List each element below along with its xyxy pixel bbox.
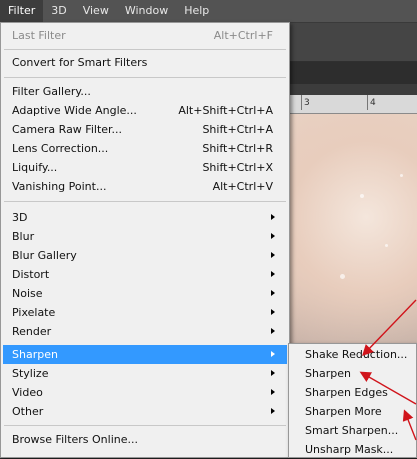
submenu-item-shake-reduction[interactable]: Shake Reduction...: [291, 345, 415, 364]
menu-item-label: Blur: [12, 230, 35, 243]
menu-item-label: Video: [12, 386, 43, 399]
menu-item-label: Other: [12, 405, 44, 418]
menu-item-shortcut: Alt+Ctrl+V: [212, 180, 273, 193]
submenu-item-label: Sharpen: [305, 367, 351, 380]
bokeh-dot: [385, 244, 388, 247]
menu-item-video[interactable]: Video: [3, 383, 287, 402]
sharpen-submenu: Shake Reduction... Sharpen Sharpen Edges…: [288, 343, 417, 458]
menu-item-other[interactable]: Other: [3, 402, 287, 421]
menu-item-shortcut: Alt+Shift+Ctrl+A: [178, 104, 273, 117]
submenu-item-label: Unsharp Mask...: [305, 443, 394, 456]
menu-3d[interactable]: 3D: [43, 0, 74, 22]
menu-item-label: Sharpen: [12, 348, 58, 361]
submenu-item-label: Sharpen More: [305, 405, 382, 418]
submenu-arrow-icon: [271, 309, 275, 315]
menu-view[interactable]: View: [75, 0, 117, 22]
menu-item-label: Adaptive Wide Angle...: [12, 104, 137, 117]
submenu-arrow-icon: [271, 370, 275, 376]
submenu-item-label: Smart Sharpen...: [305, 424, 399, 437]
submenu-item-label: Sharpen Edges: [305, 386, 388, 399]
menu-bar: Filter 3D View Window Help: [0, 0, 417, 23]
submenu-item-sharpen-more[interactable]: Sharpen More: [291, 402, 415, 421]
menu-item-label: 3D: [12, 211, 28, 224]
menu-separator: [4, 201, 286, 202]
menu-help[interactable]: Help: [176, 0, 217, 22]
menu-item-label: Camera Raw Filter...: [12, 123, 123, 136]
menu-item-browse-filters-online[interactable]: Browse Filters Online...: [3, 430, 287, 449]
bokeh-dot: [360, 194, 364, 198]
menu-item-pixelate[interactable]: Pixelate: [3, 303, 287, 322]
menu-item-convert-smart-filters[interactable]: Convert for Smart Filters: [3, 53, 287, 72]
menu-item-label: Pixelate: [12, 306, 56, 319]
menu-item-label: Render: [12, 325, 52, 338]
submenu-arrow-icon: [271, 271, 275, 277]
submenu-arrow-icon: [271, 233, 275, 239]
submenu-item-unsharp-mask[interactable]: Unsharp Mask...: [291, 440, 415, 459]
menu-item-label: Noise: [12, 287, 43, 300]
menu-item-adaptive-wide-angle[interactable]: Adaptive Wide Angle... Alt+Shift+Ctrl+A: [3, 101, 287, 120]
horizontal-ruler: 3 4: [290, 95, 417, 114]
submenu-arrow-icon: [271, 389, 275, 395]
ruler-tick-label: 4: [367, 95, 376, 110]
menu-item-label: Liquify...: [12, 161, 58, 174]
menu-item-last-filter[interactable]: Last Filter Alt+Ctrl+F: [3, 26, 287, 45]
menu-separator: [4, 77, 286, 78]
menu-separator: [4, 425, 286, 426]
bokeh-dot: [340, 274, 345, 279]
menu-item-label: Browse Filters Online...: [12, 433, 138, 446]
menu-separator: [4, 49, 286, 50]
menu-item-stylize[interactable]: Stylize: [3, 364, 287, 383]
menu-filter[interactable]: Filter: [0, 0, 44, 22]
menu-item-noise[interactable]: Noise: [3, 284, 287, 303]
submenu-arrow-icon: [271, 351, 275, 357]
menu-item-distort[interactable]: Distort: [3, 265, 287, 284]
bokeh-dot: [400, 174, 403, 177]
menu-item-label: Convert for Smart Filters: [12, 56, 148, 69]
menu-item-shortcut: Alt+Ctrl+F: [213, 29, 273, 42]
ruler-tick-label: 3: [301, 95, 310, 110]
menu-item-sharpen[interactable]: Sharpen: [3, 345, 287, 364]
filter-menu: Last Filter Alt+Ctrl+F Convert for Smart…: [0, 22, 290, 458]
menu-item-label: Distort: [12, 268, 50, 281]
menu-item-label: Last Filter: [12, 29, 66, 42]
menu-item-3d[interactable]: 3D: [3, 208, 287, 227]
menu-item-shortcut: Shift+Ctrl+R: [202, 142, 273, 155]
submenu-item-sharpen-edges[interactable]: Sharpen Edges: [291, 383, 415, 402]
menu-item-liquify[interactable]: Liquify... Shift+Ctrl+X: [3, 158, 287, 177]
menu-window[interactable]: Window: [117, 0, 176, 22]
menu-item-label: Filter Gallery...: [12, 85, 91, 98]
submenu-item-sharpen[interactable]: Sharpen: [291, 364, 415, 383]
menu-item-label: Blur Gallery: [12, 249, 77, 262]
submenu-item-label: Shake Reduction...: [305, 348, 408, 361]
menu-item-label: Vanishing Point...: [12, 180, 107, 193]
menu-item-lens-correction[interactable]: Lens Correction... Shift+Ctrl+R: [3, 139, 287, 158]
menu-item-vanishing-point[interactable]: Vanishing Point... Alt+Ctrl+V: [3, 177, 287, 196]
submenu-arrow-icon: [271, 252, 275, 258]
menu-item-blur[interactable]: Blur: [3, 227, 287, 246]
submenu-item-smart-sharpen[interactable]: Smart Sharpen...: [291, 421, 415, 440]
menu-item-label: Lens Correction...: [12, 142, 109, 155]
menu-item-shortcut: Shift+Ctrl+A: [202, 123, 273, 136]
submenu-arrow-icon: [271, 408, 275, 414]
menu-item-render[interactable]: Render: [3, 322, 287, 341]
menu-item-filter-gallery[interactable]: Filter Gallery...: [3, 82, 287, 101]
submenu-arrow-icon: [271, 214, 275, 220]
menu-item-blur-gallery[interactable]: Blur Gallery: [3, 246, 287, 265]
menu-item-camera-raw-filter[interactable]: Camera Raw Filter... Shift+Ctrl+A: [3, 120, 287, 139]
submenu-arrow-icon: [271, 290, 275, 296]
submenu-arrow-icon: [271, 328, 275, 334]
menu-item-label: Stylize: [12, 367, 49, 380]
menu-item-shortcut: Shift+Ctrl+X: [202, 161, 273, 174]
